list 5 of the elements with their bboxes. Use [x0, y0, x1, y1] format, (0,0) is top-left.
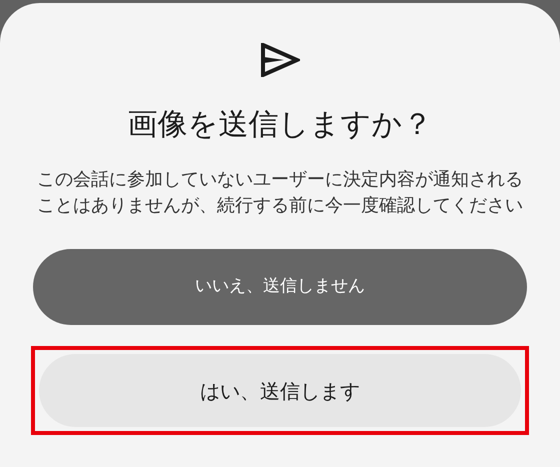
- dialog-button[interactable]: はい、送信します: [39, 354, 521, 427]
- dialog-title: 画像を送信しますか？: [128, 106, 432, 144]
- dialog-message: この会話に参加していないユーザーに決定内容が通知されることはありませんが、続行する前に今一度確認してください: [36, 168, 524, 218]
- dialog-button[interactable]: いいえ、送信しません: [33, 249, 527, 325]
- send-icon: [260, 43, 300, 77]
